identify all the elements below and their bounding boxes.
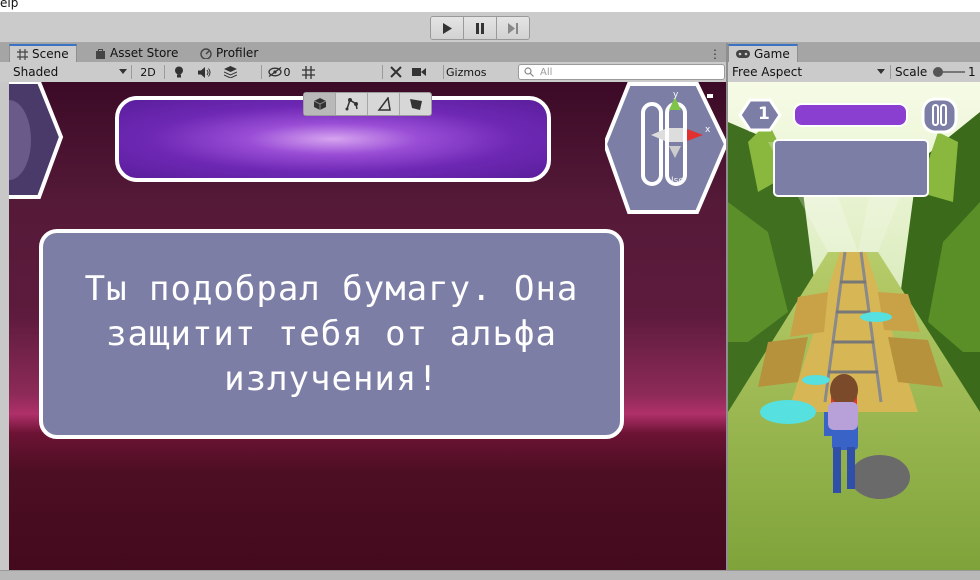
grid-snap-toggle[interactable] bbox=[297, 64, 319, 80]
main-toolbar bbox=[0, 12, 980, 43]
game-scene-image bbox=[728, 82, 980, 570]
tab-asset-store[interactable]: Asset Store bbox=[88, 44, 185, 62]
game-viewport[interactable]: 1 bbox=[728, 82, 980, 570]
quad-icon bbox=[409, 99, 422, 110]
profiler-icon bbox=[200, 47, 212, 59]
camera-icon bbox=[412, 68, 426, 76]
game-tab-bar: Game bbox=[728, 43, 980, 62]
tab-scene-label: Scene bbox=[32, 47, 69, 61]
level-number: 1 bbox=[758, 104, 770, 124]
divider bbox=[261, 65, 262, 79]
speaker-icon bbox=[197, 66, 210, 78]
search-placeholder: All bbox=[540, 66, 553, 78]
tab-profiler-label: Profiler bbox=[216, 46, 259, 60]
2d-toggle-button[interactable]: 2D bbox=[136, 64, 160, 80]
grid-dropdown-button[interactable] bbox=[320, 64, 336, 80]
scene-control-bar: Shaded 2D 0 Gizmos All bbox=[0, 62, 726, 83]
scale-label: Scale bbox=[895, 65, 928, 79]
shading-mode-label: Shaded bbox=[13, 65, 59, 79]
search-icon bbox=[524, 67, 534, 77]
shading-mode-dropdown[interactable]: Shaded bbox=[10, 64, 130, 80]
divider bbox=[131, 65, 132, 79]
tools-toggle-button[interactable] bbox=[385, 64, 407, 80]
scene-tab-bar: Scene Asset Store Profiler ⋮ bbox=[0, 43, 726, 62]
divider bbox=[382, 65, 383, 79]
hidden-objects-toggle[interactable]: 0 bbox=[264, 64, 294, 80]
divider bbox=[890, 65, 891, 79]
triangle-icon bbox=[377, 97, 391, 111]
left-hexagon-button bbox=[9, 82, 64, 199]
scale-value: 1 bbox=[968, 65, 976, 79]
scene-viewport[interactable]: y x Iso Ты подобрал бумагу. Она защитит … bbox=[9, 82, 726, 570]
step-icon bbox=[508, 22, 518, 34]
grid-icon bbox=[17, 48, 28, 60]
play-icon bbox=[443, 22, 452, 34]
gizmos-label: Gizmos bbox=[446, 65, 487, 79]
cube-tool-button[interactable] bbox=[304, 93, 336, 115]
chevron-down-icon bbox=[877, 69, 885, 74]
graph-tool-button[interactable] bbox=[336, 93, 368, 115]
effects-dropdown-button[interactable] bbox=[243, 64, 259, 80]
gizmo-projection-label[interactable]: Iso bbox=[671, 176, 684, 186]
hidden-objects-count: 0 bbox=[283, 65, 291, 79]
orientation-gizmo[interactable] bbox=[605, 82, 726, 217]
chevron-down-icon bbox=[119, 69, 127, 74]
triangle-tool-button[interactable] bbox=[368, 93, 400, 115]
message-text: Ты подобрал бумагу. Она защитит тебя от … bbox=[84, 268, 579, 399]
quad-tool-button[interactable] bbox=[400, 93, 431, 115]
help-menu[interactable]: elp bbox=[0, 0, 18, 10]
graph-icon bbox=[345, 98, 358, 111]
gizmos-dropdown-button[interactable] bbox=[493, 64, 509, 80]
audio-toggle-button[interactable] bbox=[193, 64, 215, 80]
game-control-bar: Free Aspect Scale 1 bbox=[728, 62, 980, 83]
2d-toggle-label: 2D bbox=[140, 65, 156, 79]
step-button[interactable] bbox=[497, 17, 529, 39]
shopping-bag-icon bbox=[96, 48, 105, 59]
pause-button[interactable] bbox=[464, 17, 497, 39]
effects-icon bbox=[223, 66, 237, 78]
lightbulb-icon bbox=[175, 66, 183, 78]
camera-dropdown-button[interactable] bbox=[428, 64, 442, 80]
tab-game-label: Game bbox=[754, 47, 790, 61]
gamepad-icon bbox=[736, 50, 750, 58]
grid-snap-icon bbox=[301, 65, 315, 79]
aspect-label: Free Aspect bbox=[732, 65, 803, 79]
scene-search-input[interactable]: All bbox=[518, 64, 725, 80]
wrench-icon bbox=[390, 66, 402, 78]
gizmos-button[interactable]: Gizmos bbox=[446, 64, 490, 80]
divider bbox=[443, 65, 444, 79]
scale-slider-handle[interactable] bbox=[933, 67, 943, 77]
menu-bar: elp bbox=[0, 0, 980, 12]
aspect-dropdown[interactable]: Free Aspect bbox=[731, 64, 888, 80]
pause-icon bbox=[476, 22, 484, 34]
cube-icon bbox=[313, 98, 326, 110]
scene-tab-menu-icon[interactable]: ⋮ bbox=[709, 47, 721, 61]
divider bbox=[164, 65, 165, 79]
playback-controls bbox=[430, 16, 530, 40]
tab-scene[interactable]: Scene bbox=[9, 44, 77, 62]
scene-tools-overlay bbox=[303, 92, 432, 116]
eye-slash-icon bbox=[267, 67, 282, 77]
gizmo-axis-y: y bbox=[673, 90, 679, 100]
play-button[interactable] bbox=[431, 17, 464, 39]
effects-toggle-button[interactable] bbox=[219, 64, 241, 80]
tab-game[interactable]: Game bbox=[728, 44, 798, 62]
gizmo-axis-x: x bbox=[705, 125, 711, 135]
message-panel: Ты подобрал бумагу. Она защитит тебя от … bbox=[39, 229, 624, 439]
tab-asset-store-label: Asset Store bbox=[110, 46, 179, 60]
tab-profiler[interactable]: Profiler bbox=[193, 44, 265, 62]
camera-button[interactable] bbox=[409, 64, 429, 80]
lighting-toggle-button[interactable] bbox=[168, 64, 190, 80]
